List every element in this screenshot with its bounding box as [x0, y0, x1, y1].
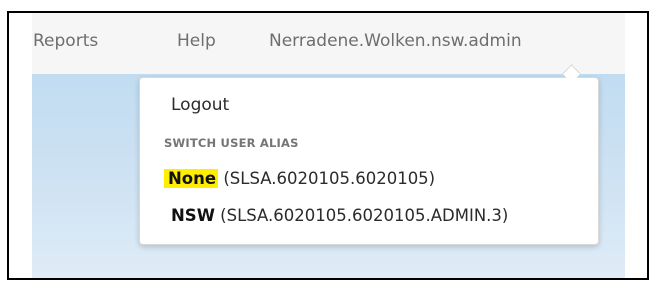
user-dropdown-menu: Logout SWITCH USER ALIAS None (SLSA.6020…: [139, 77, 599, 245]
user-menu-toggle[interactable]: Nerradene.Wolken.nsw.admin: [269, 31, 522, 51]
alias-item-nsw[interactable]: NSW (SLSA.6020105.6020105.ADMIN.3): [171, 206, 508, 225]
alias-name: NSW: [171, 206, 215, 225]
switch-user-alias-header: SWITCH USER ALIAS: [164, 136, 299, 150]
nav-reports-link[interactable]: Reports: [33, 31, 98, 51]
nav-help-link[interactable]: Help: [177, 31, 216, 51]
alias-code: (SLSA.6020105.6020105.ADMIN.3): [220, 206, 509, 225]
alias-name: None: [164, 169, 219, 188]
top-navbar: Reports Help Nerradene.Wolken.nsw.admin: [32, 13, 625, 74]
alias-item-none[interactable]: None (SLSA.6020105.6020105): [164, 169, 435, 188]
logout-menu-item[interactable]: Logout: [171, 95, 229, 115]
screenshot-frame: Reports Help Nerradene.Wolken.nsw.admin …: [7, 11, 649, 280]
alias-code: (SLSA.6020105.6020105): [223, 169, 436, 188]
